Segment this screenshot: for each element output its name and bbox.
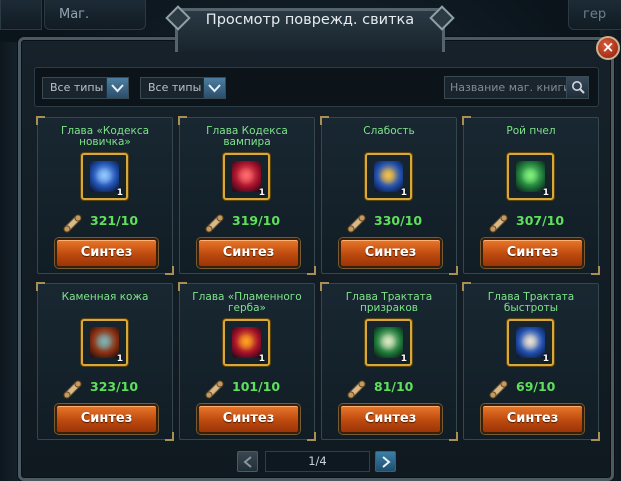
synthesize-button[interactable]: Синтез [197,404,300,434]
scroll-count: 69/10 [516,379,556,394]
page-indicator: 1/4 [265,451,370,472]
item-quantity: 1 [400,354,407,364]
scroll-card: Глава «Пламенного герба» 1 101/10 Синтез [178,282,316,441]
spellbook-icon[interactable]: 1 [507,153,554,200]
scroll-name: Рой пчел [506,125,556,137]
scroll-card: Глава Трактата призраков 1 81/10 Синтез [320,282,458,441]
search-placeholder: Название маг. книги [450,81,571,94]
type-filter-1-value: Все типы [50,81,104,94]
synthesize-button[interactable]: Синтез [55,404,158,434]
item-quantity: 1 [542,354,549,364]
spellbook-icon[interactable]: 1 [365,319,412,366]
scroll-name: Каменная кожа [61,291,149,303]
synthesize-button[interactable]: Синтез [197,238,300,268]
book-emblem-icon [95,333,113,351]
scroll-count: 330/10 [374,213,423,228]
book-name-search-input[interactable]: Название маг. книги [444,76,589,99]
chevron-right-icon [382,456,391,468]
search-icon [572,81,585,94]
scroll-card: Рой пчел 1 307/10 Синтез [462,116,600,275]
chevron-left-icon [243,456,252,468]
scroll-count: 307/10 [516,213,565,228]
scroll-icon [347,214,366,233]
spellbook-icon[interactable]: 1 [365,153,412,200]
synthesize-button[interactable]: Синтез [55,238,158,268]
scroll-icon [489,380,508,399]
scroll-count: 323/10 [90,379,139,394]
scroll-card: Глава Трактата быстроты 1 69/10 Синтез [462,282,600,441]
background-tab-left[interactable] [0,0,42,30]
scroll-icon [63,380,82,399]
scroll-count: 321/10 [90,213,139,228]
scroll-count: 81/10 [374,379,414,394]
book-emblem-icon [521,333,539,351]
next-page-button[interactable] [375,451,396,472]
type-filter-2-value: Все типы [148,81,202,94]
book-emblem-icon [521,167,539,185]
spellbook-icon[interactable]: 1 [223,319,270,366]
scroll-count: 319/10 [232,213,281,228]
scroll-card: Слабость 1 330/10 Синтез [320,116,458,275]
spellbook-icon[interactable]: 1 [81,153,128,200]
item-quantity: 1 [116,354,123,364]
scroll-name: Глава «Кодекса новичка» [60,125,150,148]
synthesize-button[interactable]: Синтез [481,238,584,268]
previous-page-button[interactable] [237,451,258,472]
scroll-icon [347,380,366,399]
scroll-name: Глава Трактата быстроты [487,291,575,314]
background-tab-right[interactable]: гер [568,0,621,30]
item-quantity: 1 [542,188,549,198]
book-emblem-icon [379,167,397,185]
synthesize-button[interactable]: Синтез [481,404,584,434]
synthesize-button[interactable]: Синтез [339,404,442,434]
close-button[interactable]: × [596,36,620,60]
dialog-title: Просмотр поврежд. свитка [205,12,415,28]
synthesize-button[interactable]: Синтез [339,238,442,268]
book-emblem-icon [379,333,397,351]
scroll-name: Глава «Пламенного герба» [192,291,302,314]
scroll-icon [205,380,224,399]
spellbook-icon[interactable]: 1 [81,319,128,366]
chevron-down-icon[interactable] [106,78,128,98]
spellbook-icon[interactable]: 1 [223,153,270,200]
search-button[interactable] [566,77,588,98]
scroll-icon [205,214,224,233]
scroll-name: Глава Трактата призраков [345,291,433,314]
scroll-name: Слабость [363,125,415,137]
item-quantity: 1 [258,354,265,364]
item-quantity: 1 [258,188,265,198]
item-quantity: 1 [116,188,123,198]
type-filter-select-1[interactable]: Все типы [42,77,129,99]
type-filter-select-2[interactable]: Все типы [140,77,226,99]
scroll-name: Глава Кодекса вампира [206,125,288,148]
scroll-card: Глава Кодекса вампира 1 319/10 Синтез [178,116,316,275]
game-window: { "background": { "tab_atlas": "Маг. атл… [0,0,621,481]
scroll-card: Каменная кожа 1 323/10 Синтез [36,282,174,441]
scroll-count: 101/10 [232,379,281,394]
scroll-card: Глава «Кодекса новичка» 1 321/10 Синтез [36,116,174,275]
scroll-icon [489,214,508,233]
spellbook-icon[interactable]: 1 [507,319,554,366]
item-quantity: 1 [400,188,407,198]
tab-magic-atlas[interactable]: Маг. атлас [44,0,146,52]
book-emblem-icon [237,167,255,185]
chevron-down-icon[interactable] [203,78,225,98]
book-emblem-icon [95,167,113,185]
scroll-icon [63,214,82,233]
book-emblem-icon [237,333,255,351]
